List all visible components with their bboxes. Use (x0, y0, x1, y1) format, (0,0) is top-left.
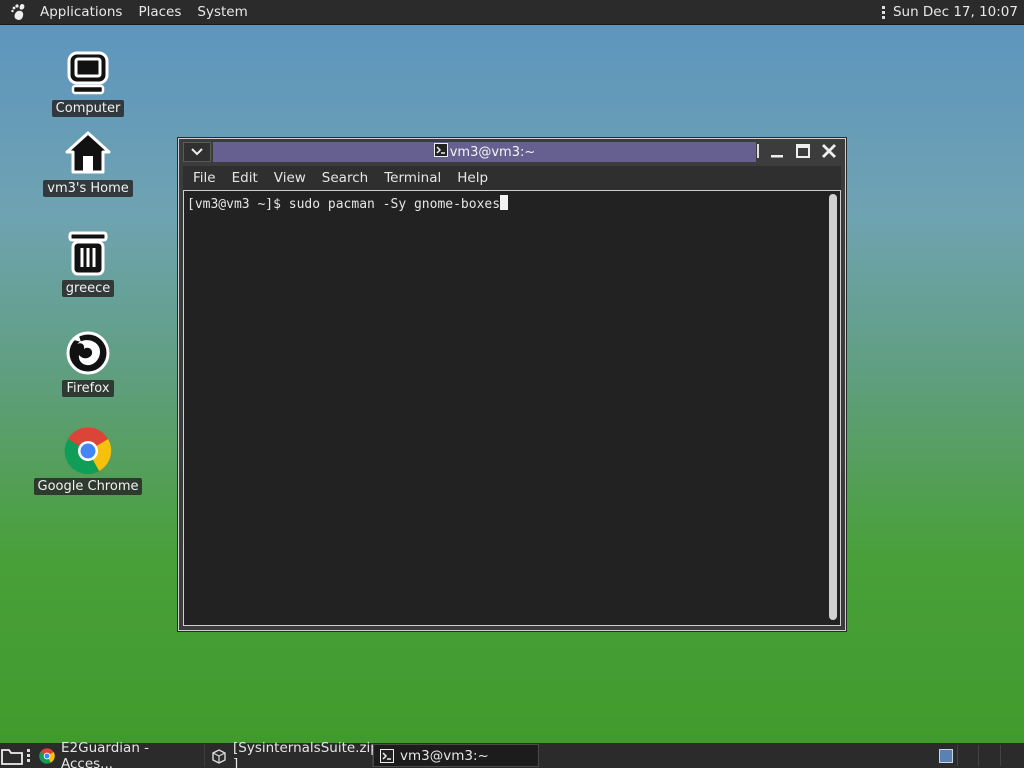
text-cursor (500, 195, 509, 210)
desktop-icon-label: Google Chrome (33, 478, 143, 495)
menu-help[interactable]: Help (449, 170, 496, 186)
chevron-down-icon (191, 148, 203, 156)
menu-places[interactable]: Places (130, 0, 189, 25)
close-button[interactable] (819, 141, 839, 161)
terminal-icon (380, 748, 394, 763)
desktop-icon-label: Computer (51, 100, 125, 117)
desktop-icon-computer[interactable]: Computer (33, 48, 143, 117)
terminal-menubar: File Edit View Search Terminal Help (183, 166, 841, 190)
panel-handle-icon[interactable] (878, 5, 889, 19)
workspace-window-thumb (939, 748, 954, 763)
minimize-button[interactable] (767, 141, 787, 161)
menu-view[interactable]: View (266, 170, 314, 186)
task-terminal[interactable]: vm3@vm3:~ (373, 744, 539, 767)
desktop-icon-chrome[interactable]: Google Chrome (33, 426, 143, 495)
chrome-icon (39, 747, 55, 764)
task-sysinternals[interactable]: [SysinternalsSuite.zip ] (205, 740, 379, 768)
window-title-text: vm3@vm3:~ (449, 144, 536, 160)
menu-applications[interactable]: Applications (32, 0, 130, 25)
shell-prompt: [vm3@vm3 ~]$ (187, 197, 289, 212)
terminal-icon (433, 143, 448, 161)
workspace-1[interactable] (936, 745, 958, 766)
menu-system[interactable]: System (189, 0, 255, 25)
scrollbar[interactable] (829, 194, 837, 620)
desktop-icon-label: vm3's Home (43, 180, 133, 197)
bottom-panel: E2Guardian - Acces... [SysinternalsSuite… (0, 740, 1024, 768)
typed-command: sudo pacman -Sy gnome-boxes (288, 197, 501, 212)
computer-icon (63, 48, 113, 98)
chrome-icon (63, 426, 113, 476)
task-e2guardian[interactable]: E2Guardian - Acces... (33, 740, 205, 768)
desktop-icon-label: greece (61, 280, 115, 297)
show-desktop-icon (1, 748, 23, 765)
close-icon (822, 144, 836, 158)
workspace-2[interactable] (958, 745, 979, 766)
firefox-icon (63, 328, 113, 378)
menu-edit[interactable]: Edit (224, 170, 266, 186)
task-label: vm3@vm3:~ (400, 747, 489, 764)
workspace-4[interactable] (1001, 745, 1022, 766)
desktop-icon-label: Firefox (62, 380, 114, 397)
menu-search[interactable]: Search (314, 170, 376, 186)
workspace-switcher[interactable] (936, 745, 1022, 766)
taskbar-handle-icon[interactable] (24, 749, 33, 762)
terminal-output[interactable]: [vm3@vm3 ~]$ sudo pacman -Sy gnome-boxes (183, 190, 841, 626)
maximize-button[interactable] (793, 141, 813, 161)
window-title[interactable]: vm3@vm3:~ (213, 142, 756, 162)
home-icon (63, 128, 113, 178)
archive-icon (211, 748, 227, 764)
minimize-icon (771, 155, 783, 158)
task-label: [SysinternalsSuite.zip ] (233, 739, 379, 768)
window-titlebar[interactable]: vm3@vm3:~ (179, 139, 845, 165)
gnome-foot-icon[interactable] (6, 0, 32, 25)
top-panel: Applications Places System Sun Dec 17, 1… (0, 0, 1024, 25)
task-label: E2Guardian - Acces... (61, 739, 150, 768)
terminal-window[interactable]: vm3@vm3:~ File Edit View Search Terminal… (178, 138, 846, 631)
workspace-3[interactable] (979, 745, 1001, 766)
desktop-icon-firefox[interactable]: Firefox (33, 328, 143, 397)
menu-terminal[interactable]: Terminal (376, 170, 449, 186)
menu-file[interactable]: File (183, 170, 224, 186)
titlebar-separator (757, 144, 759, 158)
trash-icon (63, 228, 113, 278)
maximize-icon (796, 144, 810, 158)
terminal-line: [vm3@vm3 ~]$ sudo pacman -Sy gnome-boxes (187, 195, 509, 212)
desktop-icon-greece[interactable]: greece (33, 228, 143, 297)
clock[interactable]: Sun Dec 17, 10:07 (889, 4, 1018, 20)
show-desktop-button[interactable] (0, 744, 24, 767)
window-menu-button[interactable] (183, 142, 211, 162)
desktop-icon-home[interactable]: vm3's Home (33, 128, 143, 197)
